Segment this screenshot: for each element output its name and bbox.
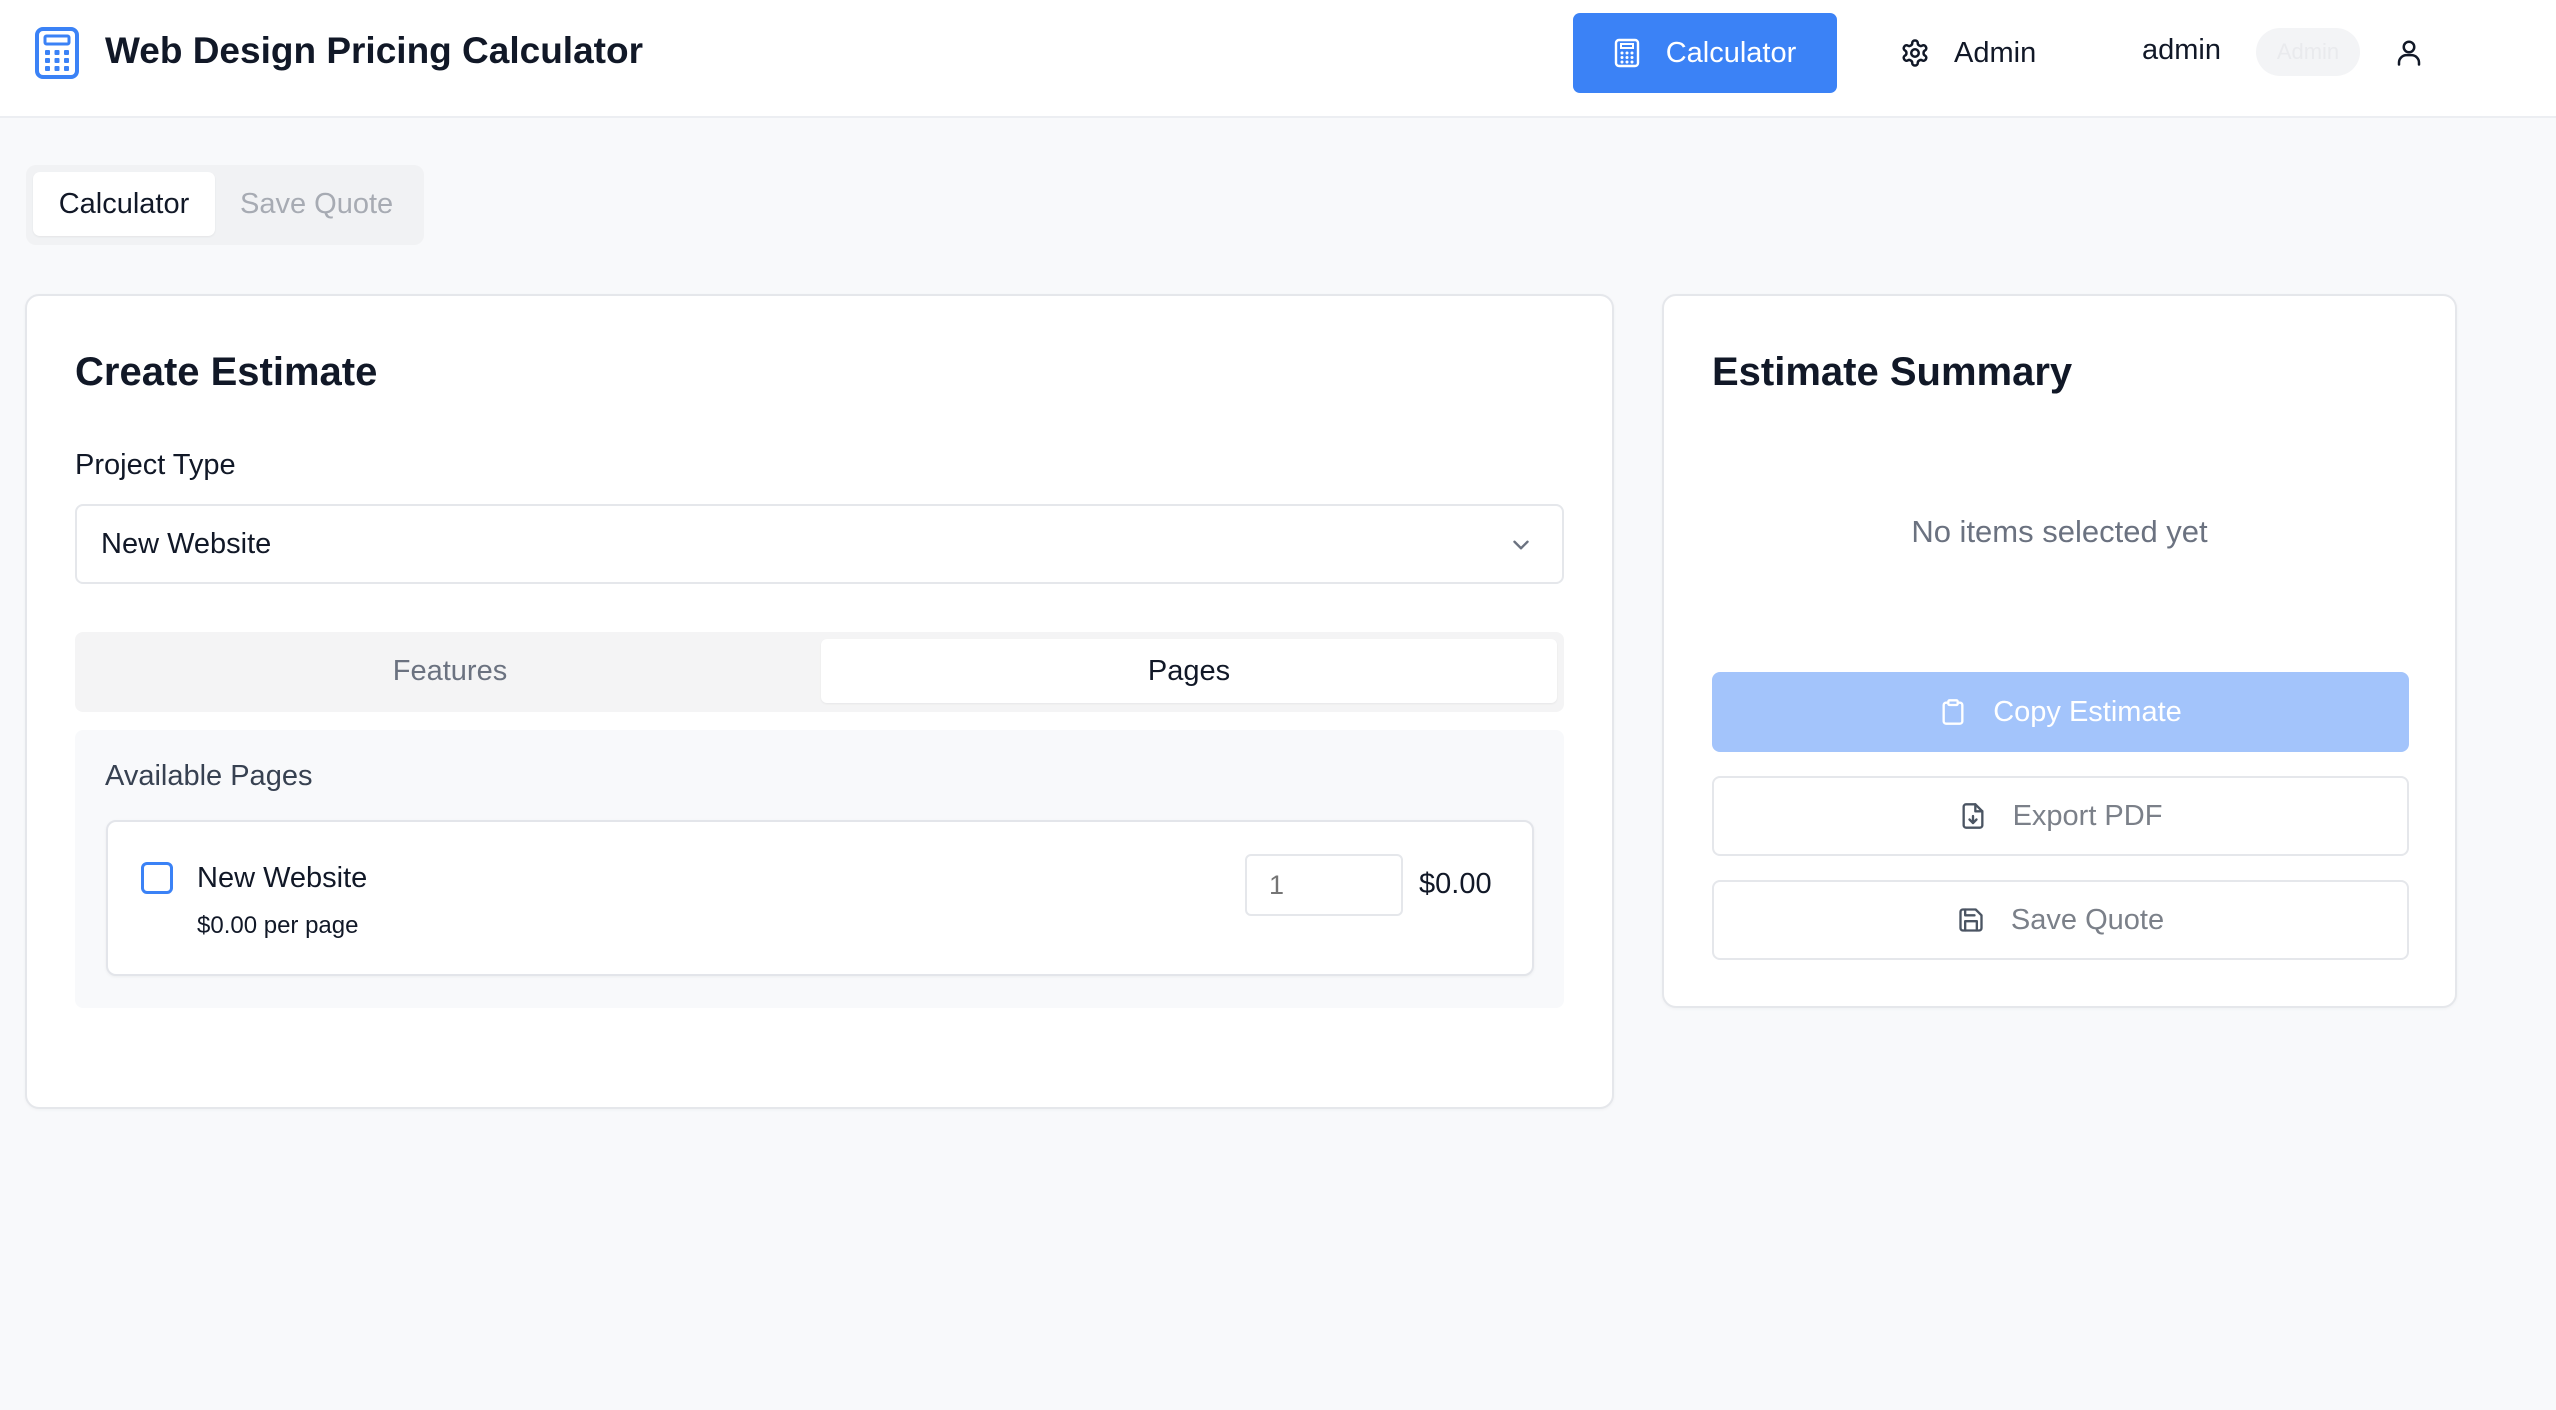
tab-save-quote[interactable]: Save Quote [240, 172, 393, 236]
copy-estimate-button[interactable]: Copy Estimate [1712, 672, 2409, 752]
quantity-input[interactable] [1245, 854, 1403, 916]
pages-panel: Available Pages New Website $0.00 per pa… [75, 730, 1564, 1008]
export-pdf-button[interactable]: Export PDF [1712, 776, 2409, 856]
top-tabs: Calculator Save Quote [26, 165, 424, 245]
nav-admin-button[interactable]: Admin [1880, 13, 2080, 93]
create-estimate-title: Create Estimate [75, 350, 378, 394]
estimate-summary-title: Estimate Summary [1712, 350, 2073, 394]
file-download-icon [1962, 803, 1984, 829]
clipboard-icon [1942, 699, 1964, 725]
save-quote-label: Save Quote [2010, 903, 2165, 936]
export-pdf-label: Export PDF [2012, 799, 2163, 832]
user-name: admin [2142, 34, 2221, 66]
available-pages-label: Available Pages [105, 760, 313, 792]
app-title: Web Design Pricing Calculator [105, 30, 643, 71]
project-type-select[interactable]: New Website [75, 504, 1564, 584]
estimate-sub-tabs: Features Pages [75, 632, 1564, 712]
tab-calculator[interactable]: Calculator [33, 172, 215, 236]
create-estimate-card: Create Estimate Project Type New Website… [25, 294, 1614, 1109]
copy-estimate-label: Copy Estimate [1993, 695, 2182, 728]
estimate-summary-card: Estimate Summary No items selected yet C… [1662, 294, 2457, 1008]
gear-icon [1902, 39, 1928, 67]
page-price: $0.00 per page [197, 912, 359, 939]
page-checkbox[interactable] [141, 862, 173, 894]
nav-calculator-label: Calculator [1665, 36, 1797, 69]
nav-admin-label: Admin [1954, 36, 2037, 69]
tab-features[interactable]: Features [82, 639, 818, 703]
user-icon[interactable] [2394, 36, 2424, 68]
chevron-down-icon [1513, 540, 1529, 550]
list-item: New Website $0.00 per page $0.00 [106, 820, 1534, 976]
project-type-value: New Website [101, 527, 272, 560]
project-type-label: Project Type [75, 449, 236, 481]
nav-calculator-button[interactable]: Calculator [1573, 13, 1837, 93]
role-badge: Admin [2256, 28, 2360, 76]
save-quote-button[interactable]: Save Quote [1712, 880, 2409, 960]
empty-state-text: No items selected yet [1911, 514, 2208, 549]
app-header: Web Design Pricing Calculator Calculator… [0, 0, 2556, 118]
tab-pages[interactable]: Pages [821, 639, 1557, 703]
calculator-icon [1614, 38, 1639, 68]
page-total: $0.00 [1419, 868, 1492, 900]
page-name: New Website [197, 862, 368, 894]
calculator-icon [35, 27, 79, 79]
floppy-disk-icon [1959, 908, 1983, 932]
